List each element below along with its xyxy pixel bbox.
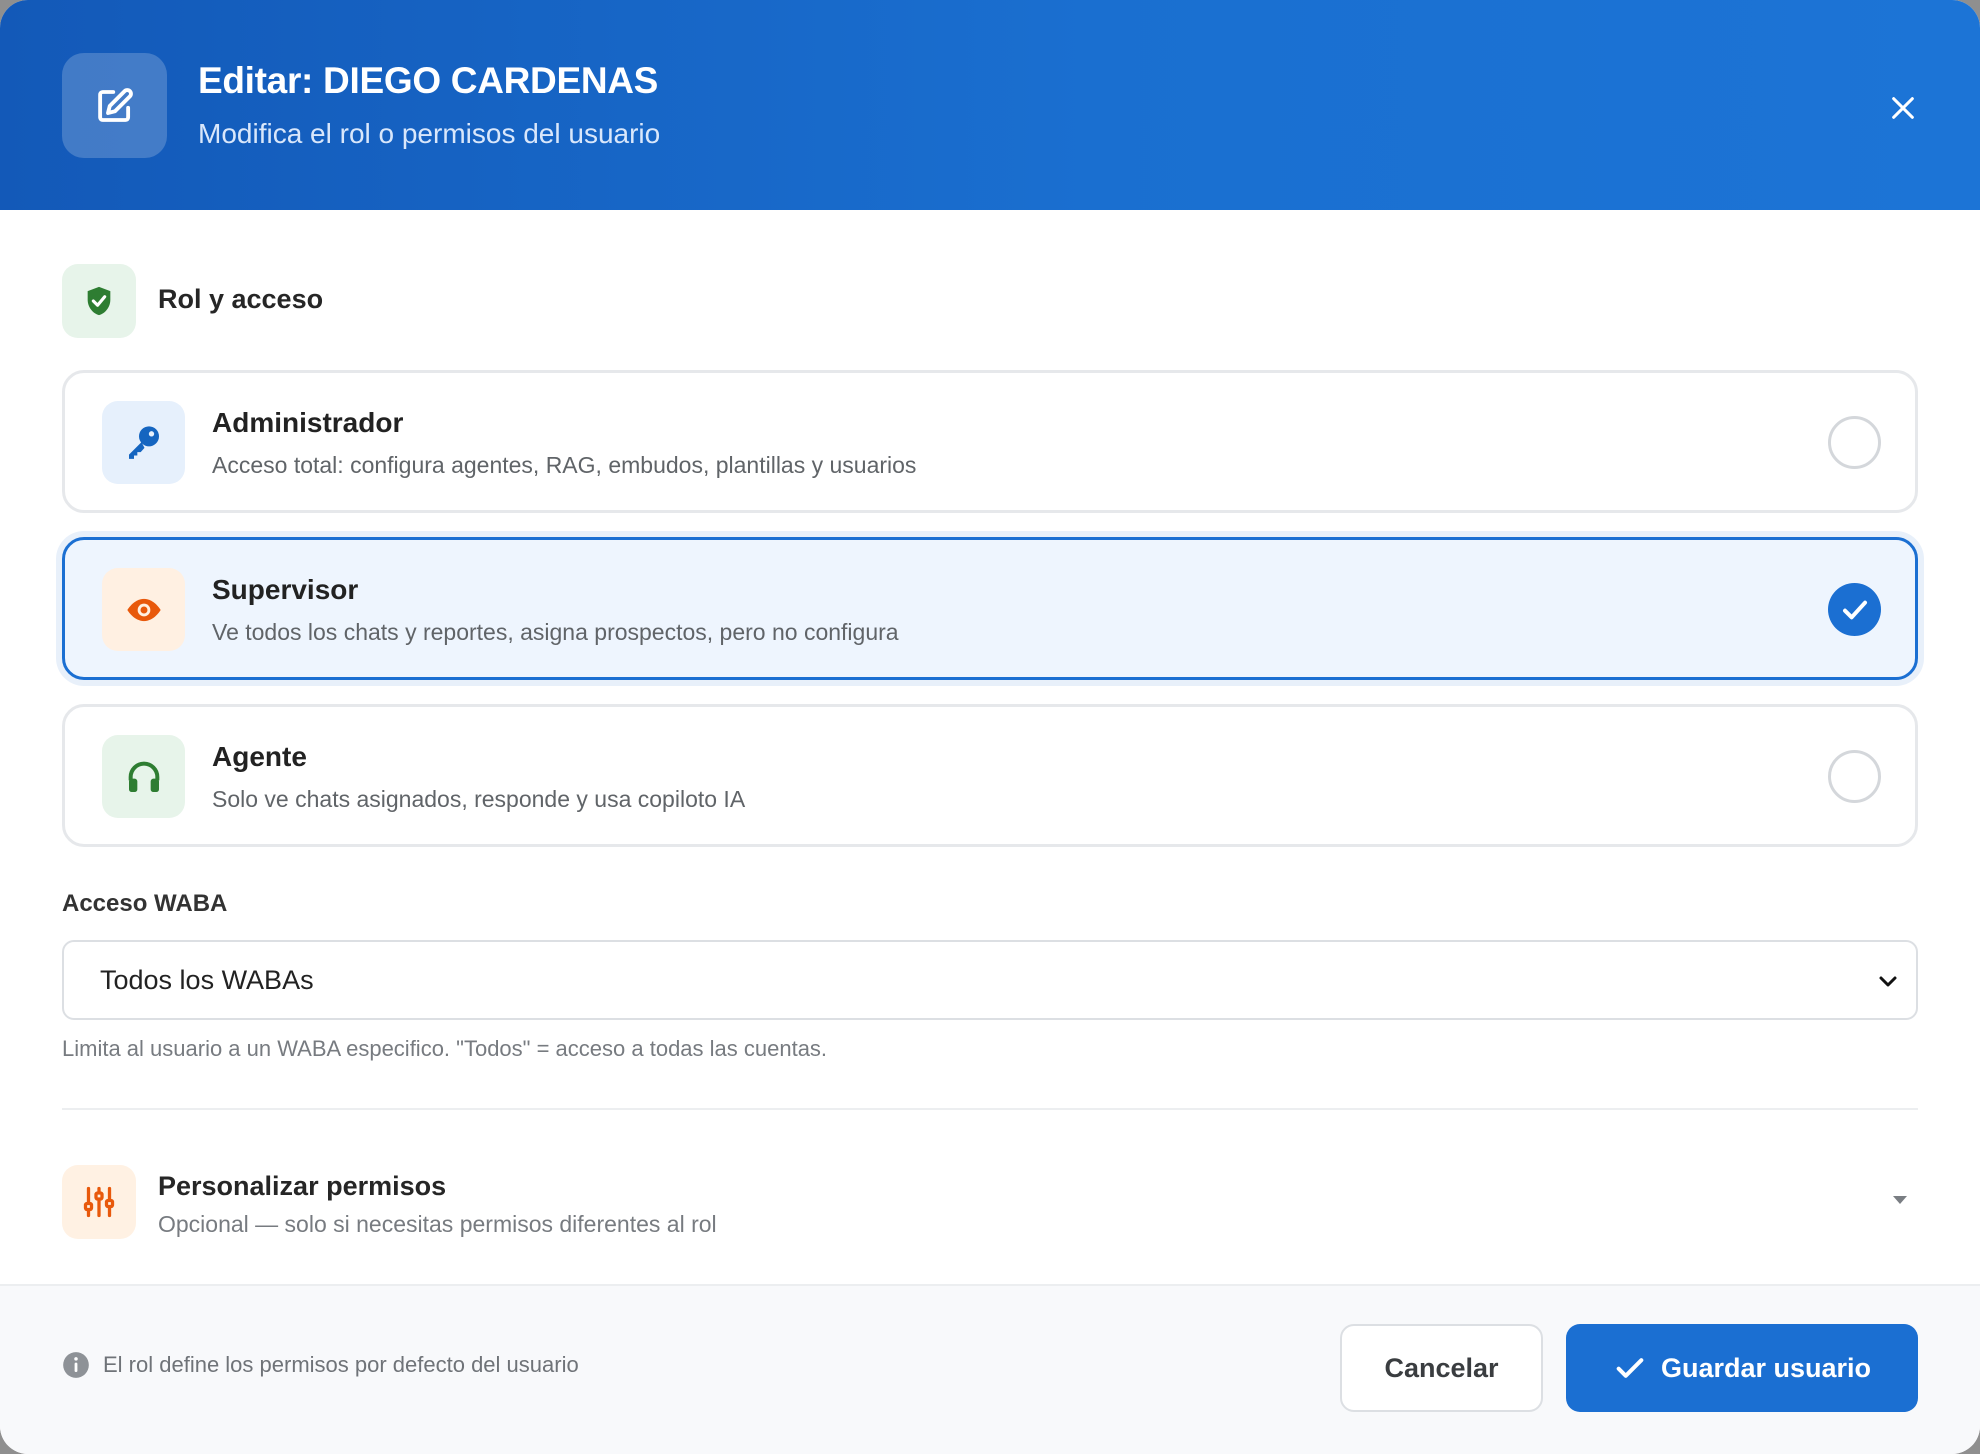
role-radio[interactable] [1828,750,1881,803]
key-icon [102,401,185,484]
cancel-button[interactable]: Cancelar [1340,1324,1543,1412]
divider [62,1108,1918,1110]
check-icon [1842,600,1867,619]
waba-label: Acceso WABA [62,890,228,917]
section-title: Rol y acceso [158,284,324,314]
sliders-icon [62,1165,136,1239]
shield-check-icon [62,264,136,338]
footer-note: El rol define los permisos por defecto d… [103,1352,579,1377]
modal-header: Editar: DIEGO CARDENAS Modifica el rol o… [0,0,1980,210]
customize-permissions-toggle[interactable]: Personalizar permisos Opcional — solo si… [62,1163,1918,1243]
modal-footer: El rol define los permisos por defecto d… [0,1284,1980,1454]
waba-select[interactable]: Todos los WABAs [62,940,1918,1020]
modal-title: Editar: DIEGO CARDENAS [198,60,659,101]
role-option-agente[interactable]: Agente Solo ve chats asignados, responde… [62,704,1918,847]
role-description: Solo ve chats asignados, responde y usa … [212,786,746,812]
role-description: Acceso total: configura agentes, RAG, em… [212,452,917,478]
info-icon [63,1352,89,1378]
role-name: Supervisor [212,574,359,605]
role-name: Agente [212,741,307,772]
role-option-supervisor[interactable]: Supervisor Ve todos los chats y reportes… [62,537,1918,680]
close-icon [1892,97,1914,119]
role-option-administrador[interactable]: Administrador Acceso total: configura ag… [62,370,1918,513]
modal-subtitle: Modifica el rol o permisos del usuario [198,118,661,149]
close-button[interactable] [1880,85,1926,131]
check-icon [1616,1358,1644,1378]
cancel-button-label: Cancelar [1384,1352,1499,1383]
customize-title: Personalizar permisos [158,1171,447,1201]
eye-icon [102,568,185,651]
save-user-button[interactable]: Guardar usuario [1566,1324,1918,1412]
role-name: Administrador [212,407,404,438]
edit-square-icon [62,53,167,158]
caret-down-icon [1893,1196,1907,1204]
waba-selected-value: Todos los WABAs [100,965,314,995]
save-button-label: Guardar usuario [1660,1352,1872,1383]
customize-description: Opcional — solo si necesitas permisos di… [158,1211,717,1237]
chevron-down-icon [1879,976,1897,987]
waba-help-text: Limita al usuario a un WABA especifico. … [62,1036,828,1061]
edit-user-modal: Editar: DIEGO CARDENAS Modifica el rol o… [0,0,1980,1454]
headset-icon [102,735,185,818]
role-radio[interactable] [1828,416,1881,469]
role-radio-checked[interactable] [1828,583,1881,636]
role-description: Ve todos los chats y reportes, asigna pr… [212,619,899,645]
